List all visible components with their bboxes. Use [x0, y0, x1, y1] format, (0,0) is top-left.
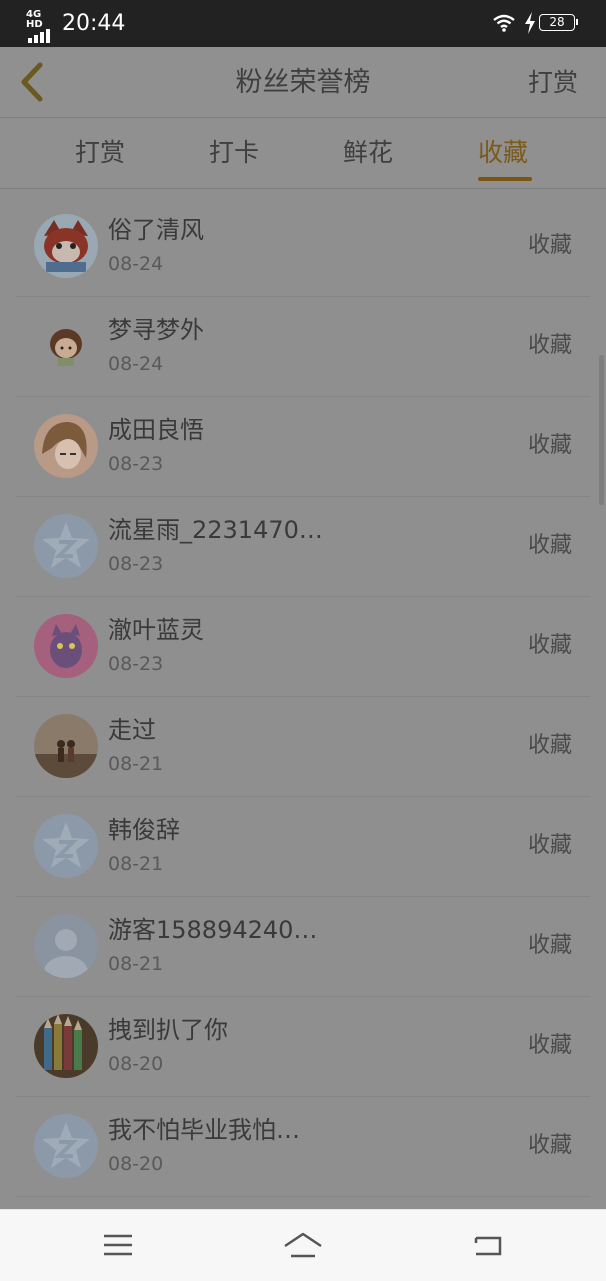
- couple-photo-avatar: [34, 714, 98, 778]
- tab-reward[interactable]: 打赏: [75, 136, 125, 170]
- clock: 20:44: [62, 11, 126, 36]
- action-type: 收藏: [527, 433, 572, 458]
- pencils-avatar: [34, 1014, 98, 1078]
- status-bar: 4G HD 20:44 28: [0, 0, 606, 47]
- date: 08-21: [108, 953, 164, 975]
- avatar: [34, 814, 98, 878]
- user-name: 成田良悟: [108, 416, 204, 444]
- action-type: 收藏: [527, 233, 572, 258]
- active-tab-indicator: [478, 177, 532, 181]
- scrollbar[interactable]: [599, 355, 604, 505]
- user-name: 梦寻梦外: [108, 316, 204, 344]
- date: 08-23: [108, 653, 164, 675]
- date: 08-20: [108, 1153, 164, 1175]
- list-item[interactable]: 韩俊辞 08-21 收藏: [16, 796, 590, 897]
- cartoon-girl-avatar: [34, 314, 98, 378]
- menu-icon[interactable]: [98, 1230, 138, 1260]
- tab-checkin[interactable]: 打卡: [209, 136, 259, 170]
- user-name: 韩俊辞: [108, 816, 180, 844]
- back-icon[interactable]: [468, 1230, 508, 1260]
- header-bar: 粉丝荣誉榜 打赏: [0, 47, 606, 118]
- anime-girl-avatar: [34, 414, 98, 478]
- avatar: [34, 714, 98, 778]
- avatar: [34, 514, 98, 578]
- action-type: 收藏: [527, 333, 572, 358]
- page-title: 粉丝荣誉榜: [235, 67, 371, 98]
- system-nav-bar: [0, 1209, 606, 1281]
- list-item[interactable]: 澈叶蓝灵 08-23 收藏: [16, 596, 590, 697]
- avatar: [34, 1014, 98, 1078]
- user-name: 拽到扒了你: [108, 1016, 228, 1044]
- avatar: [34, 314, 98, 378]
- avatar: [34, 1114, 98, 1178]
- wifi-icon: [493, 14, 515, 32]
- action-type: 收藏: [527, 533, 572, 558]
- default-star-avatar: [34, 514, 98, 578]
- list-item[interactable]: 拽到扒了你 08-20 收藏: [16, 996, 590, 1097]
- date: 08-23: [108, 453, 164, 475]
- user-name: 流星雨_2231470…: [108, 516, 323, 544]
- avatar: [34, 214, 98, 278]
- avatar: [34, 914, 98, 978]
- list-item[interactable]: 流星雨_2231470… 08-23 收藏: [16, 496, 590, 597]
- reward-button[interactable]: 打赏: [528, 65, 578, 101]
- default-person-avatar: [34, 914, 98, 978]
- user-name: 我不怕毕业我怕…: [108, 1116, 300, 1144]
- pink-cat-avatar: [34, 614, 98, 678]
- action-type: 收藏: [527, 833, 572, 858]
- user-name: 俗了清风: [108, 216, 204, 244]
- home-icon[interactable]: [283, 1230, 323, 1260]
- list-item[interactable]: 俗了清风 08-24 收藏: [16, 196, 590, 297]
- default-star-avatar: [34, 814, 98, 878]
- date: 08-24: [108, 353, 164, 375]
- action-type: 收藏: [527, 733, 572, 758]
- list-item[interactable]: 走过 08-21 收藏: [16, 696, 590, 797]
- avatar: [34, 614, 98, 678]
- action-type: 收藏: [527, 1033, 572, 1058]
- list-item[interactable]: 游客158894240… 08-21 收藏: [16, 896, 590, 997]
- action-type: 收藏: [527, 633, 572, 658]
- user-name: 走过: [108, 716, 156, 744]
- fan-list[interactable]: 俗了清风 08-24 收藏 梦寻梦外 08-24 收藏 成田良悟 08-23 收…: [0, 196, 606, 1208]
- charging-icon: [525, 12, 535, 34]
- user-name: 游客158894240…: [108, 916, 318, 944]
- tab-flowers[interactable]: 鲜花: [343, 136, 393, 170]
- date: 08-21: [108, 753, 164, 775]
- list-item[interactable]: 梦寻梦外 08-24 收藏: [16, 296, 590, 397]
- list-item[interactable]: 成田良悟 08-23 收藏: [16, 396, 590, 497]
- battery-icon: 28: [539, 14, 578, 31]
- signal-icon: 4G HD: [26, 10, 56, 43]
- avatar: [34, 414, 98, 478]
- cartoon-fox-avatar: [34, 214, 98, 278]
- default-star-avatar: [34, 1114, 98, 1178]
- tab-favorites[interactable]: 收藏: [478, 136, 528, 170]
- date: 08-23: [108, 553, 164, 575]
- date: 08-24: [108, 253, 164, 275]
- list-item[interactable]: 我不怕毕业我怕… 08-20 收藏: [16, 1096, 590, 1197]
- action-type: 收藏: [527, 933, 572, 958]
- date: 08-21: [108, 853, 164, 875]
- date: 08-20: [108, 1053, 164, 1075]
- user-name: 澈叶蓝灵: [108, 616, 204, 644]
- action-type: 收藏: [527, 1133, 572, 1158]
